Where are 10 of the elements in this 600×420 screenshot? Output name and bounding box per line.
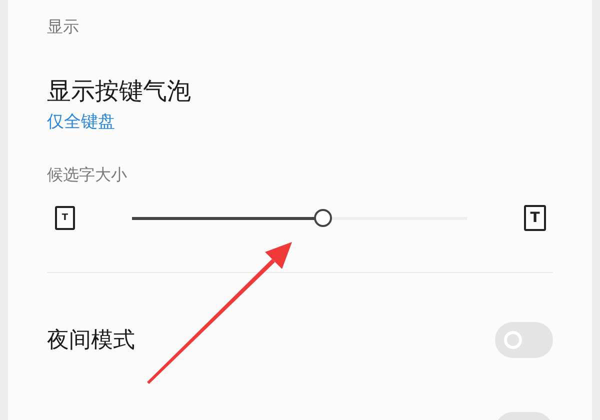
toggle-switch[interactable] [495, 322, 553, 358]
setting-value[interactable]: 仅全键盘 [47, 110, 115, 134]
setting-title: 夜间模式 [47, 327, 135, 355]
slider-thumb[interactable] [314, 209, 332, 227]
small-text-icon: T [55, 206, 75, 230]
large-text-icon: T [524, 205, 546, 231]
setting-title[interactable]: 显示按键气泡 [47, 76, 191, 106]
section-header: 显示 [47, 16, 79, 38]
size-slider[interactable] [132, 208, 467, 228]
setting-label: 候选字大小 [47, 164, 127, 186]
